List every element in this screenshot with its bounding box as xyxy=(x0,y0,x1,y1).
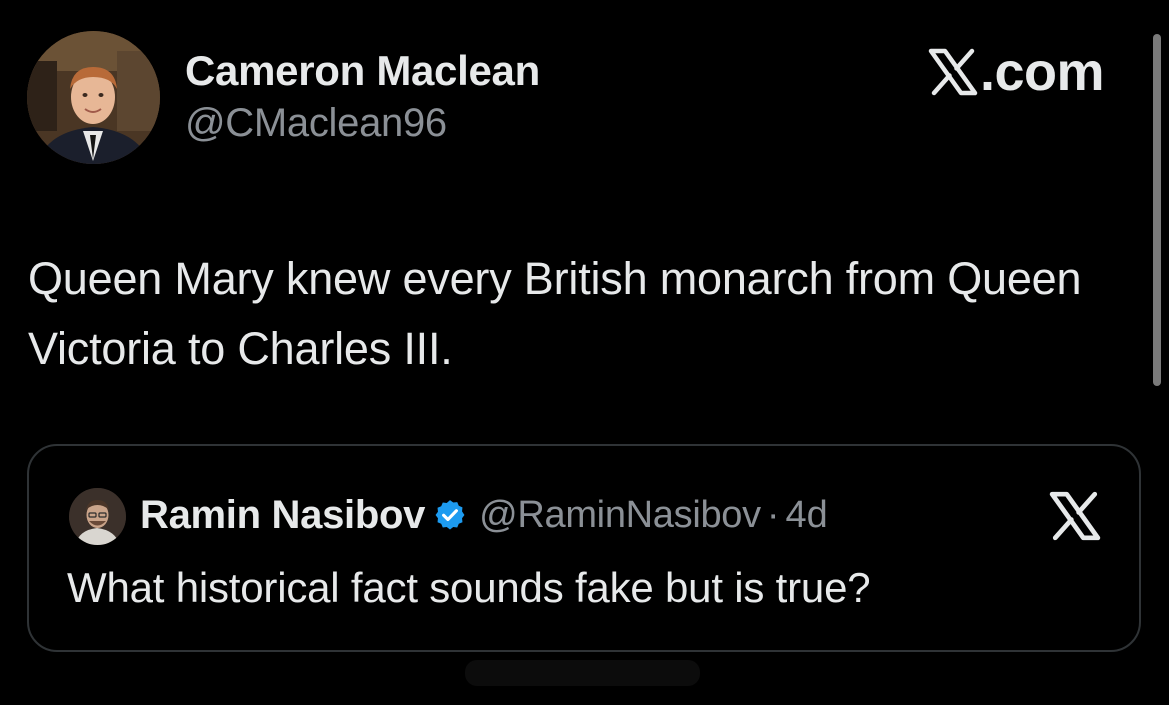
scrollbar[interactable] xyxy=(1153,34,1161,386)
quoted-tweet-header: Ramin Nasibov @RaminNasibov · 4d xyxy=(140,492,828,538)
quoted-tweet[interactable]: Ramin Nasibov @RaminNasibov · 4d What hi… xyxy=(27,444,1141,652)
profile-photo xyxy=(69,488,126,545)
profile-photo xyxy=(27,31,160,164)
author-name[interactable]: Cameron Maclean xyxy=(185,47,540,95)
quoted-author-handle[interactable]: @RaminNasibov xyxy=(479,494,761,537)
x-logo-icon xyxy=(1049,491,1101,541)
author-handle[interactable]: @CMaclean96 xyxy=(185,101,447,146)
brand-domain: .com xyxy=(980,42,1105,102)
brand-watermark: .com xyxy=(928,42,1105,102)
blurred-region xyxy=(465,660,700,686)
quoted-author-avatar[interactable] xyxy=(69,488,126,545)
author-avatar[interactable] xyxy=(27,31,160,164)
tweet-text: Queen Mary knew every British monarch fr… xyxy=(28,253,1082,374)
verified-badge-icon xyxy=(435,500,465,530)
x-logo-icon xyxy=(928,48,978,96)
quoted-tweet-text: What historical fact sounds fake but is … xyxy=(67,564,871,611)
quoted-tweet-timestamp[interactable]: 4d xyxy=(786,494,828,537)
separator-dot: · xyxy=(766,493,780,536)
quoted-author-name[interactable]: Ramin Nasibov xyxy=(140,493,425,538)
tweet-card: Cameron Maclean @CMaclean96 .com Queen M… xyxy=(0,0,1169,705)
